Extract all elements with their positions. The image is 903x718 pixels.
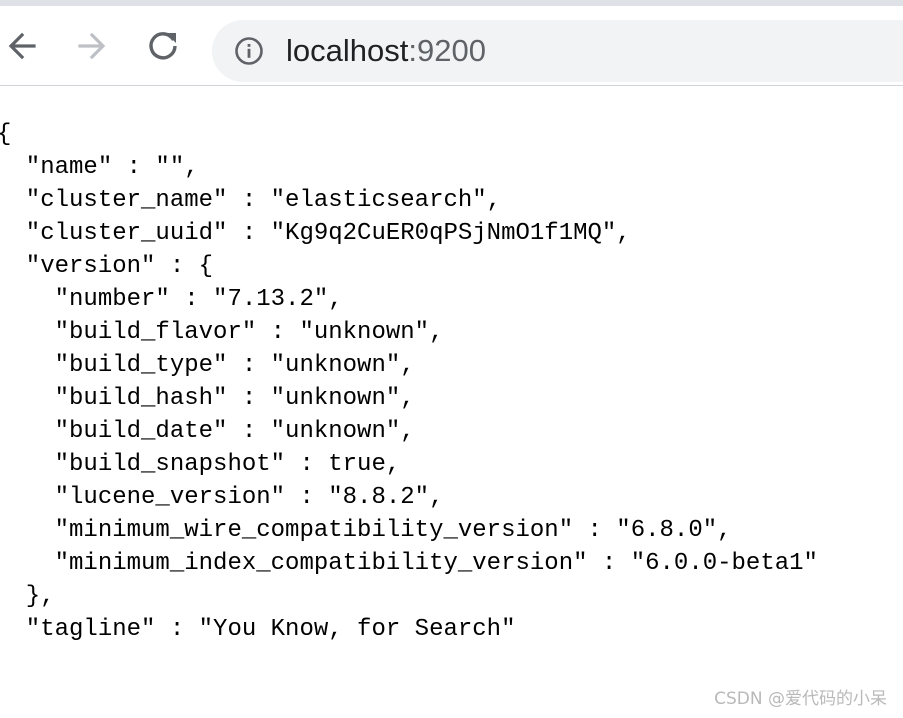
json-line: "cluster_uuid" : "Kg9q2CuER0qPSjNmO1f1MQ… [0, 220, 631, 247]
json-line: "name" : "", [0, 154, 199, 181]
json-line: "version" : { [0, 253, 214, 280]
site-info-button[interactable] [233, 35, 265, 67]
json-line: "cluster_name" : "elasticsearch", [0, 187, 502, 214]
json-line: "lucene_version" : "8.8.2", [0, 484, 444, 511]
json-line: "build_type" : "unknown", [0, 352, 415, 379]
url-text[interactable]: localhost:9200 [286, 33, 486, 69]
url-host: localhost [286, 33, 409, 68]
json-line: { [0, 118, 818, 151]
toolbar-divider [0, 85, 903, 86]
back-button[interactable] [0, 24, 44, 68]
json-line: "build_snapshot" : true, [0, 451, 401, 478]
json-line: "build_date" : "unknown", [0, 418, 415, 445]
json-response: { "name" : "", "cluster_name" : "elastic… [0, 118, 818, 646]
forward-button[interactable] [70, 24, 114, 68]
browser-toolbar: localhost:9200 [0, 6, 903, 86]
arrow-right-icon [78, 32, 106, 60]
json-line: "tagline" : "You Know, for Search" [0, 616, 516, 643]
json-line: "minimum_index_compatibility_version" : … [0, 550, 818, 577]
json-line: }, [0, 583, 55, 610]
json-line: "number" : "7.13.2", [0, 286, 343, 313]
watermark: CSDN @爱代码的小呆 [714, 689, 887, 709]
json-line: "build_flavor" : "unknown", [0, 319, 444, 346]
info-circle-icon [235, 37, 263, 65]
reload-icon [149, 32, 177, 60]
arrow-left-icon [8, 32, 36, 60]
reload-button[interactable] [141, 24, 185, 68]
address-bar[interactable]: localhost:9200 [212, 20, 903, 82]
json-line: "build_hash" : "unknown", [0, 385, 415, 412]
url-port: :9200 [408, 33, 486, 68]
json-line: "minimum_wire_compatibility_version" : "… [0, 517, 732, 544]
